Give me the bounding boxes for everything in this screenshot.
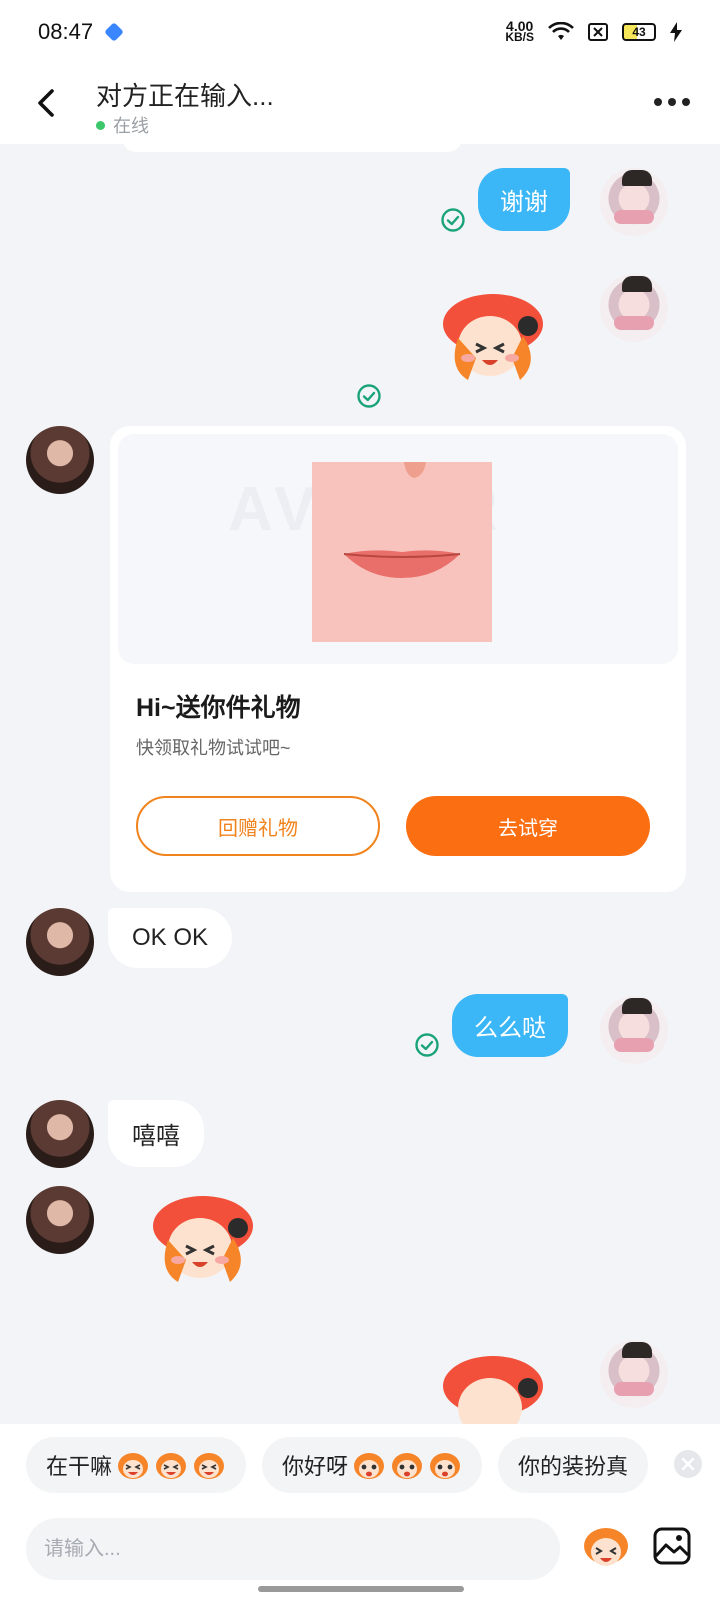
battery-icon: 43 bbox=[622, 23, 656, 41]
previous-message-remnant bbox=[122, 144, 462, 152]
status-icons: 4.00 KB/S 43 bbox=[505, 18, 682, 44]
chat-header: 对方正在输入... 在线 bbox=[0, 64, 720, 144]
status-time: 08:47 bbox=[38, 19, 94, 44]
net-speed: 4.00 KB/S bbox=[505, 18, 534, 44]
avatar-contact[interactable] bbox=[26, 426, 94, 494]
message-bubble-incoming[interactable]: OK OK bbox=[108, 908, 233, 968]
read-check-icon bbox=[415, 1033, 439, 1057]
sim-off-icon bbox=[588, 23, 608, 41]
close-icon bbox=[681, 1457, 695, 1471]
wifi-icon bbox=[548, 22, 574, 42]
orange-hat-girl-sticker[interactable] bbox=[138, 1190, 268, 1290]
laughing-face-icon bbox=[116, 1450, 226, 1480]
input-bar bbox=[0, 1506, 720, 1600]
chevron-left-icon bbox=[38, 89, 54, 117]
quick-reply-label: 你的装扮真 bbox=[518, 1454, 629, 1479]
orange-hat-girl-sticker[interactable] bbox=[428, 288, 558, 388]
charging-icon bbox=[670, 22, 682, 42]
quick-reply-chip[interactable]: 你的装扮真 bbox=[498, 1437, 649, 1493]
read-check-icon bbox=[441, 208, 465, 232]
gift-title: Hi~送你件礼物 bbox=[136, 694, 301, 722]
gift-card[interactable]: AVATAR Hi~送你件礼物 快领取礼物试试吧~ 回赠礼物 去试穿 bbox=[110, 426, 686, 892]
back-button[interactable] bbox=[30, 86, 64, 120]
quick-reply-chip[interactable]: 你好呀 bbox=[262, 1437, 483, 1493]
message-bubble-outgoing[interactable]: 谢谢 bbox=[478, 168, 570, 231]
read-check-icon bbox=[357, 384, 381, 408]
app-icon bbox=[104, 22, 124, 42]
status-bar: 08:47 4.00 KB/S 43 bbox=[0, 0, 720, 64]
avatar-contact[interactable] bbox=[26, 908, 94, 976]
online-status: 在线 bbox=[96, 112, 149, 138]
avatar-contact[interactable] bbox=[26, 1186, 94, 1254]
try-on-button[interactable]: 去试穿 bbox=[406, 796, 650, 856]
avatar-self[interactable] bbox=[600, 168, 668, 236]
avatar-self[interactable] bbox=[600, 274, 668, 342]
close-quick-replies-button[interactable] bbox=[674, 1450, 702, 1478]
quick-reply-bar: 在干嘛 你好呀 你的装扮真 bbox=[0, 1424, 720, 1506]
sticker-face-icon[interactable] bbox=[580, 1522, 632, 1574]
home-indicator[interactable] bbox=[258, 1586, 464, 1592]
shocked-face-icon bbox=[352, 1450, 462, 1480]
message-input[interactable] bbox=[26, 1518, 560, 1580]
message-bubble-outgoing[interactable]: 么么哒 bbox=[452, 994, 568, 1057]
chat-title: 对方正在输入... bbox=[96, 81, 274, 111]
gift-lips-image bbox=[312, 462, 492, 642]
online-status-label: 在线 bbox=[113, 116, 149, 136]
message-list[interactable]: 谢谢 AVATAR Hi~送你件礼物 快领取礼物试试吧~ 回赠礼物 去试 bbox=[0, 144, 720, 1424]
gift-preview: AVATAR bbox=[118, 434, 678, 664]
more-horizontal-icon bbox=[654, 98, 662, 106]
quick-reply-label: 在干嘛 bbox=[46, 1454, 113, 1479]
orange-hat-girl-sticker[interactable] bbox=[428, 1350, 558, 1424]
return-gift-button[interactable]: 回赠礼物 bbox=[136, 796, 380, 856]
more-button[interactable] bbox=[654, 98, 690, 106]
avatar-contact[interactable] bbox=[26, 1100, 94, 1168]
image-icon[interactable] bbox=[652, 1526, 692, 1566]
message-bubble-incoming[interactable]: 嘻嘻 bbox=[108, 1100, 204, 1167]
gift-subtitle: 快领取礼物试试吧~ bbox=[136, 738, 291, 758]
avatar-self[interactable] bbox=[600, 996, 668, 1064]
quick-reply-label: 你好呀 bbox=[282, 1454, 349, 1479]
online-dot bbox=[96, 120, 105, 130]
quick-reply-chip[interactable]: 在干嘛 bbox=[26, 1437, 247, 1493]
avatar-self[interactable] bbox=[600, 1340, 668, 1408]
